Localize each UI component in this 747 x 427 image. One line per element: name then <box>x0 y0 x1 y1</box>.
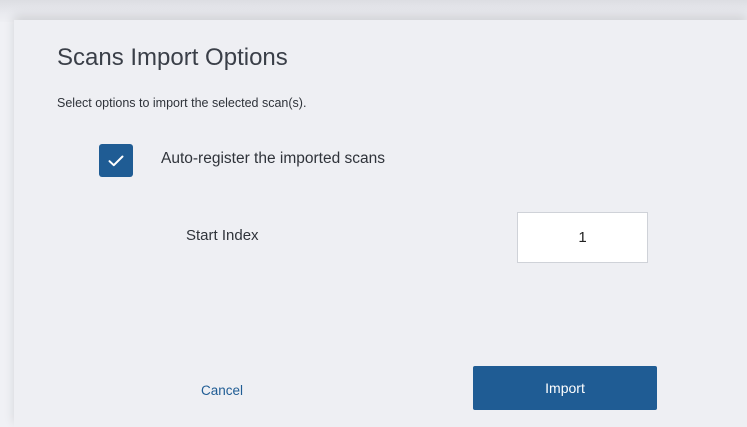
cancel-button[interactable]: Cancel <box>177 368 267 412</box>
auto-register-label: Auto-register the imported scans <box>161 150 385 167</box>
dialog-subtitle: Select options to import the selected sc… <box>57 96 307 110</box>
dialog-title: Scans Import Options <box>57 44 288 71</box>
auto-register-checkbox[interactable] <box>99 144 133 177</box>
scans-import-options-dialog: Scans Import Options Select options to i… <box>14 20 747 427</box>
start-index-input[interactable] <box>517 212 648 263</box>
import-button[interactable]: Import <box>473 366 657 410</box>
window-top-shadow <box>0 0 747 22</box>
start-index-label: Start Index <box>186 227 259 244</box>
checkmark-icon <box>108 155 124 166</box>
